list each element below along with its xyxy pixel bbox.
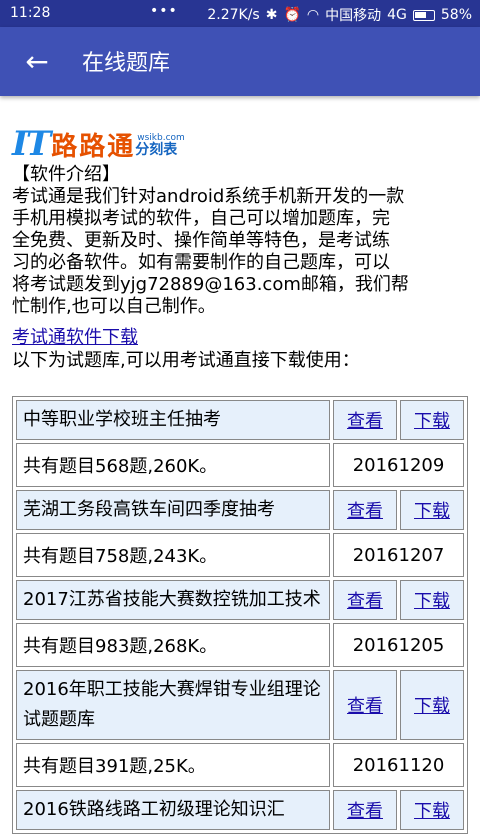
- list-caption: 以下为试题库,可以用考试通直接下载使用：: [12, 350, 360, 371]
- intro-line: 全免费、更新及时、操作简单等特色，是考试练: [12, 230, 390, 251]
- intro-line: 考试通是我们针对android系统手机新开发的一款: [12, 186, 405, 207]
- intro-line: 手机用模拟考试的软件，自己可以增加题库，完: [12, 208, 390, 229]
- intro-line: 忙制作,也可以自己制作。: [12, 296, 216, 317]
- status-time: 11:28: [10, 5, 51, 21]
- bank-info: 共有题目568题,260K。: [16, 443, 330, 487]
- download-button[interactable]: 下载: [400, 670, 464, 740]
- bank-name: 2016年职工技能大赛焊钳专业组理论试题题库: [16, 670, 330, 740]
- page-title: 在线题库: [82, 51, 171, 76]
- intro-heading: 【软件介绍】: [12, 164, 120, 185]
- bank-name: 中等职业学校班主任抽考: [16, 400, 330, 440]
- question-bank-table: 中等职业学校班主任抽考 查看 下载 共有题目568题,260K。 2016120…: [12, 396, 468, 834]
- logo-sub: 分刻表: [135, 142, 178, 158]
- bank-date: 20161120: [333, 743, 464, 787]
- logo-brand: 路路通: [51, 131, 136, 162]
- battery-level: 58%: [440, 7, 472, 23]
- table-row: 2016年职工技能大赛焊钳专业组理论试题题库 查看 下载: [16, 670, 464, 740]
- back-arrow-icon[interactable]: ←: [22, 47, 52, 77]
- carrier-name: 中国移动: [325, 8, 382, 24]
- intro-line: 习的必备软件。如有需要制作的自己题库，可以: [12, 252, 390, 273]
- table-row: 2017江苏省技能大赛数控铣加工技术 查看 下载: [16, 580, 464, 620]
- table-row: 共有题目568题,260K。 20161209: [16, 443, 464, 487]
- table-row: 共有题目391题,25K。 20161120: [16, 743, 464, 787]
- logo-mark: IT: [12, 124, 51, 164]
- status-bar: 11:28 ••• 2.27K/s ✱ ⏰ ◠ 中国移动 4G 58%: [0, 0, 480, 27]
- bank-name: 2017江苏省技能大赛数控铣加工技术: [16, 580, 330, 620]
- wifi-icon: ◠: [306, 7, 320, 23]
- notification-dots-icon: •••: [150, 3, 178, 19]
- download-button[interactable]: 下载: [400, 580, 464, 620]
- app-bar: ← 在线题库: [0, 27, 480, 96]
- download-button[interactable]: 下载: [400, 400, 464, 440]
- alarm-icon: ⏰: [283, 7, 301, 23]
- bank-date: 20161205: [333, 623, 464, 667]
- network-type: 4G: [387, 7, 407, 23]
- view-button[interactable]: 查看: [333, 790, 397, 830]
- network-speed: 2.27K/s: [207, 7, 260, 23]
- bank-date: 20161207: [333, 533, 464, 577]
- brand-logo: IT 路路通 wsikb.com 分刻表: [12, 124, 468, 164]
- view-button[interactable]: 查看: [333, 580, 397, 620]
- view-button[interactable]: 查看: [333, 400, 397, 440]
- view-button[interactable]: 查看: [333, 490, 397, 530]
- battery-icon: [412, 9, 435, 21]
- table-row: 2016铁路线路工初级理论知识汇 查看 下载: [16, 790, 464, 830]
- intro-content: IT 路路通 wsikb.com 分刻表 【软件介绍】 考试通是我们针对andr…: [12, 124, 468, 372]
- bank-info: 共有题目758题,243K。: [16, 533, 330, 577]
- table-row: 共有题目983题,268K。 20161205: [16, 623, 464, 667]
- table-row: 中等职业学校班主任抽考 查看 下载: [16, 400, 464, 440]
- download-button[interactable]: 下载: [400, 490, 464, 530]
- view-button[interactable]: 查看: [333, 670, 397, 740]
- bank-name: 芜湖工务段高铁车间四季度抽考: [16, 490, 330, 530]
- status-right: 2.27K/s ✱ ⏰ ◠ 中国移动 4G 58%: [207, 5, 472, 25]
- bank-name: 2016铁路线路工初级理论知识汇: [16, 790, 330, 830]
- intro-line: 将考试题发到yjg72889@163.com邮箱，我们帮: [12, 274, 409, 295]
- download-button[interactable]: 下载: [400, 790, 464, 830]
- bank-info: 共有题目983题,268K。: [16, 623, 330, 667]
- bank-info: 共有题目391题,25K。: [16, 743, 330, 787]
- table-row: 共有题目758题,243K。 20161207: [16, 533, 464, 577]
- bluetooth-icon: ✱: [265, 7, 278, 23]
- software-download-link[interactable]: 考试通软件下载: [12, 326, 138, 350]
- bank-date: 20161209: [333, 443, 464, 487]
- table-row: 芜湖工务段高铁车间四季度抽考 查看 下载: [16, 490, 464, 530]
